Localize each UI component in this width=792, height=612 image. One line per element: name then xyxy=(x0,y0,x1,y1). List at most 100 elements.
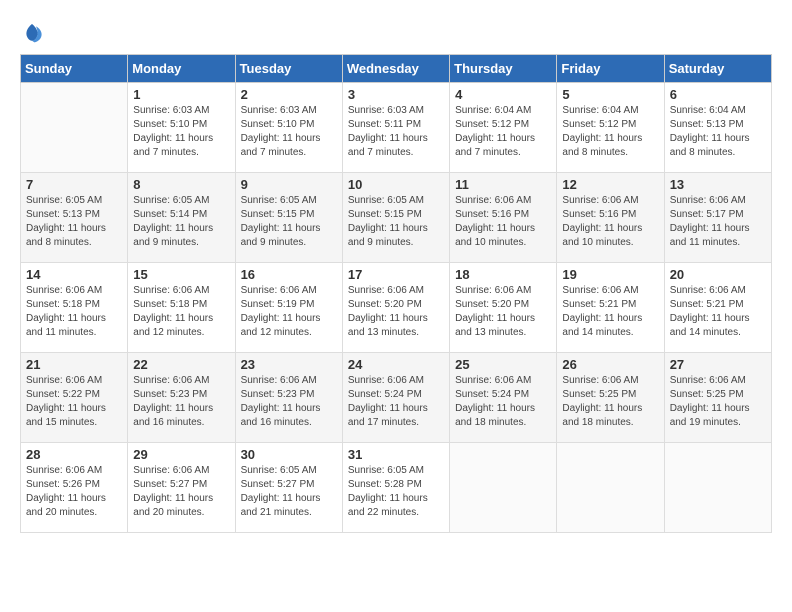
day-number: 9 xyxy=(241,177,337,192)
day-info: Sunrise: 6:06 AMSunset: 5:27 PMDaylight:… xyxy=(133,464,229,520)
day-info: Sunrise: 6:05 AMSunset: 5:14 PMDaylight:… xyxy=(133,194,229,250)
calendar-cell: 11 Sunrise: 6:06 AMSunset: 5:16 PMDayligh… xyxy=(450,173,557,263)
calendar-cell: 28 Sunrise: 6:06 AMSunset: 5:26 PMDayligh… xyxy=(21,443,128,533)
header-day-thursday: Thursday xyxy=(450,55,557,83)
calendar-cell: 6 Sunrise: 6:04 AMSunset: 5:13 PMDaylight… xyxy=(664,83,771,173)
calendar-cell: 19 Sunrise: 6:06 AMSunset: 5:21 PMDayligh… xyxy=(557,263,664,353)
day-info: Sunrise: 6:06 AMSunset: 5:19 PMDaylight:… xyxy=(241,284,337,340)
calendar-cell: 4 Sunrise: 6:04 AMSunset: 5:12 PMDaylight… xyxy=(450,83,557,173)
day-number: 4 xyxy=(455,87,551,102)
day-info: Sunrise: 6:03 AMSunset: 5:10 PMDaylight:… xyxy=(241,104,337,160)
week-row: 28 Sunrise: 6:06 AMSunset: 5:26 PMDayligh… xyxy=(21,443,772,533)
calendar-cell: 8 Sunrise: 6:05 AMSunset: 5:14 PMDaylight… xyxy=(128,173,235,263)
day-info: Sunrise: 6:06 AMSunset: 5:24 PMDaylight:… xyxy=(455,374,551,430)
day-number: 19 xyxy=(562,267,658,282)
day-info: Sunrise: 6:06 AMSunset: 5:21 PMDaylight:… xyxy=(562,284,658,340)
day-number: 14 xyxy=(26,267,122,282)
day-number: 29 xyxy=(133,447,229,462)
day-info: Sunrise: 6:05 AMSunset: 5:27 PMDaylight:… xyxy=(241,464,337,520)
calendar-cell xyxy=(450,443,557,533)
calendar-cell: 27 Sunrise: 6:06 AMSunset: 5:25 PMDayligh… xyxy=(664,353,771,443)
week-row: 21Sunrise: 6:06 AMSunset: 5:22 PMDayligh… xyxy=(21,353,772,443)
calendar-cell: 10Sunrise: 6:05 AMSunset: 5:15 PMDayligh… xyxy=(342,173,449,263)
day-info: Sunrise: 6:06 AMSunset: 5:18 PMDaylight:… xyxy=(26,284,122,340)
calendar-cell: 26 Sunrise: 6:06 AMSunset: 5:25 PMDayligh… xyxy=(557,353,664,443)
day-number: 16 xyxy=(241,267,337,282)
day-info: Sunrise: 6:06 AMSunset: 5:24 PMDaylight:… xyxy=(348,374,444,430)
calendar-cell: 30 Sunrise: 6:05 AMSunset: 5:27 PMDayligh… xyxy=(235,443,342,533)
calendar-cell: 29 Sunrise: 6:06 AMSunset: 5:27 PMDayligh… xyxy=(128,443,235,533)
calendar-cell: 31 Sunrise: 6:05 AMSunset: 5:28 PMDayligh… xyxy=(342,443,449,533)
day-number: 12 xyxy=(562,177,658,192)
calendar-cell: 5 Sunrise: 6:04 AMSunset: 5:12 PMDaylight… xyxy=(557,83,664,173)
week-row: 1 Sunrise: 6:03 AMSunset: 5:10 PMDaylight… xyxy=(21,83,772,173)
logo-icon xyxy=(20,20,44,44)
calendar-cell: 20 Sunrise: 6:06 AMSunset: 5:21 PMDayligh… xyxy=(664,263,771,353)
day-number: 20 xyxy=(670,267,766,282)
day-number: 2 xyxy=(241,87,337,102)
day-info: Sunrise: 6:05 AMSunset: 5:28 PMDaylight:… xyxy=(348,464,444,520)
header-day-saturday: Saturday xyxy=(664,55,771,83)
day-info: Sunrise: 6:06 AMSunset: 5:26 PMDaylight:… xyxy=(26,464,122,520)
calendar-cell xyxy=(21,83,128,173)
calendar-cell: 13 Sunrise: 6:06 AMSunset: 5:17 PMDayligh… xyxy=(664,173,771,263)
day-number: 25 xyxy=(455,357,551,372)
calendar-table: SundayMondayTuesdayWednesdayThursdayFrid… xyxy=(20,54,772,533)
day-info: Sunrise: 6:06 AMSunset: 5:25 PMDaylight:… xyxy=(562,374,658,430)
day-number: 24 xyxy=(348,357,444,372)
day-info: Sunrise: 6:06 AMSunset: 5:23 PMDaylight:… xyxy=(241,374,337,430)
page-header xyxy=(20,20,772,44)
day-info: Sunrise: 6:03 AMSunset: 5:10 PMDaylight:… xyxy=(133,104,229,160)
calendar-cell: 9 Sunrise: 6:05 AMSunset: 5:15 PMDaylight… xyxy=(235,173,342,263)
day-number: 13 xyxy=(670,177,766,192)
day-info: Sunrise: 6:06 AMSunset: 5:18 PMDaylight:… xyxy=(133,284,229,340)
calendar-cell: 25 Sunrise: 6:06 AMSunset: 5:24 PMDayligh… xyxy=(450,353,557,443)
week-row: 7Sunrise: 6:05 AMSunset: 5:13 PMDaylight… xyxy=(21,173,772,263)
day-info: Sunrise: 6:06 AMSunset: 5:16 PMDaylight:… xyxy=(562,194,658,250)
day-info: Sunrise: 6:06 AMSunset: 5:23 PMDaylight:… xyxy=(133,374,229,430)
day-number: 1 xyxy=(133,87,229,102)
day-info: Sunrise: 6:04 AMSunset: 5:13 PMDaylight:… xyxy=(670,104,766,160)
calendar-cell: 2 Sunrise: 6:03 AMSunset: 5:10 PMDaylight… xyxy=(235,83,342,173)
day-info: Sunrise: 6:06 AMSunset: 5:17 PMDaylight:… xyxy=(670,194,766,250)
day-info: Sunrise: 6:06 AMSunset: 5:21 PMDaylight:… xyxy=(670,284,766,340)
day-info: Sunrise: 6:05 AMSunset: 5:15 PMDaylight:… xyxy=(348,194,444,250)
day-number: 22 xyxy=(133,357,229,372)
day-number: 26 xyxy=(562,357,658,372)
day-info: Sunrise: 6:06 AMSunset: 5:20 PMDaylight:… xyxy=(455,284,551,340)
calendar-cell: 22 Sunrise: 6:06 AMSunset: 5:23 PMDayligh… xyxy=(128,353,235,443)
calendar-cell: 1 Sunrise: 6:03 AMSunset: 5:10 PMDaylight… xyxy=(128,83,235,173)
day-number: 30 xyxy=(241,447,337,462)
day-number: 28 xyxy=(26,447,122,462)
header-day-sunday: Sunday xyxy=(21,55,128,83)
week-row: 14 Sunrise: 6:06 AMSunset: 5:18 PMDayligh… xyxy=(21,263,772,353)
header-day-monday: Monday xyxy=(128,55,235,83)
day-number: 6 xyxy=(670,87,766,102)
day-info: Sunrise: 6:06 AMSunset: 5:16 PMDaylight:… xyxy=(455,194,551,250)
day-info: Sunrise: 6:04 AMSunset: 5:12 PMDaylight:… xyxy=(562,104,658,160)
day-info: Sunrise: 6:06 AMSunset: 5:25 PMDaylight:… xyxy=(670,374,766,430)
calendar-cell: 23Sunrise: 6:06 AMSunset: 5:23 PMDayligh… xyxy=(235,353,342,443)
day-number: 27 xyxy=(670,357,766,372)
calendar-cell: 24 Sunrise: 6:06 AMSunset: 5:24 PMDayligh… xyxy=(342,353,449,443)
day-info: Sunrise: 6:06 AMSunset: 5:22 PMDaylight:… xyxy=(26,374,122,430)
calendar-cell: 14 Sunrise: 6:06 AMSunset: 5:18 PMDayligh… xyxy=(21,263,128,353)
day-number: 8 xyxy=(133,177,229,192)
header-day-friday: Friday xyxy=(557,55,664,83)
calendar-cell: 21Sunrise: 6:06 AMSunset: 5:22 PMDayligh… xyxy=(21,353,128,443)
day-info: Sunrise: 6:04 AMSunset: 5:12 PMDaylight:… xyxy=(455,104,551,160)
calendar-cell: 3Sunrise: 6:03 AMSunset: 5:11 PMDaylight… xyxy=(342,83,449,173)
day-info: Sunrise: 6:03 AMSunset: 5:11 PMDaylight:… xyxy=(348,104,444,160)
day-number: 31 xyxy=(348,447,444,462)
day-info: Sunrise: 6:05 AMSunset: 5:15 PMDaylight:… xyxy=(241,194,337,250)
day-number: 18 xyxy=(455,267,551,282)
day-number: 5 xyxy=(562,87,658,102)
calendar-cell xyxy=(664,443,771,533)
calendar-cell: 17Sunrise: 6:06 AMSunset: 5:20 PMDayligh… xyxy=(342,263,449,353)
day-number: 7 xyxy=(26,177,122,192)
day-number: 15 xyxy=(133,267,229,282)
calendar-cell: 16 Sunrise: 6:06 AMSunset: 5:19 PMDayligh… xyxy=(235,263,342,353)
day-number: 11 xyxy=(455,177,551,192)
calendar-cell: 18 Sunrise: 6:06 AMSunset: 5:20 PMDayligh… xyxy=(450,263,557,353)
calendar-cell: 7Sunrise: 6:05 AMSunset: 5:13 PMDaylight… xyxy=(21,173,128,263)
